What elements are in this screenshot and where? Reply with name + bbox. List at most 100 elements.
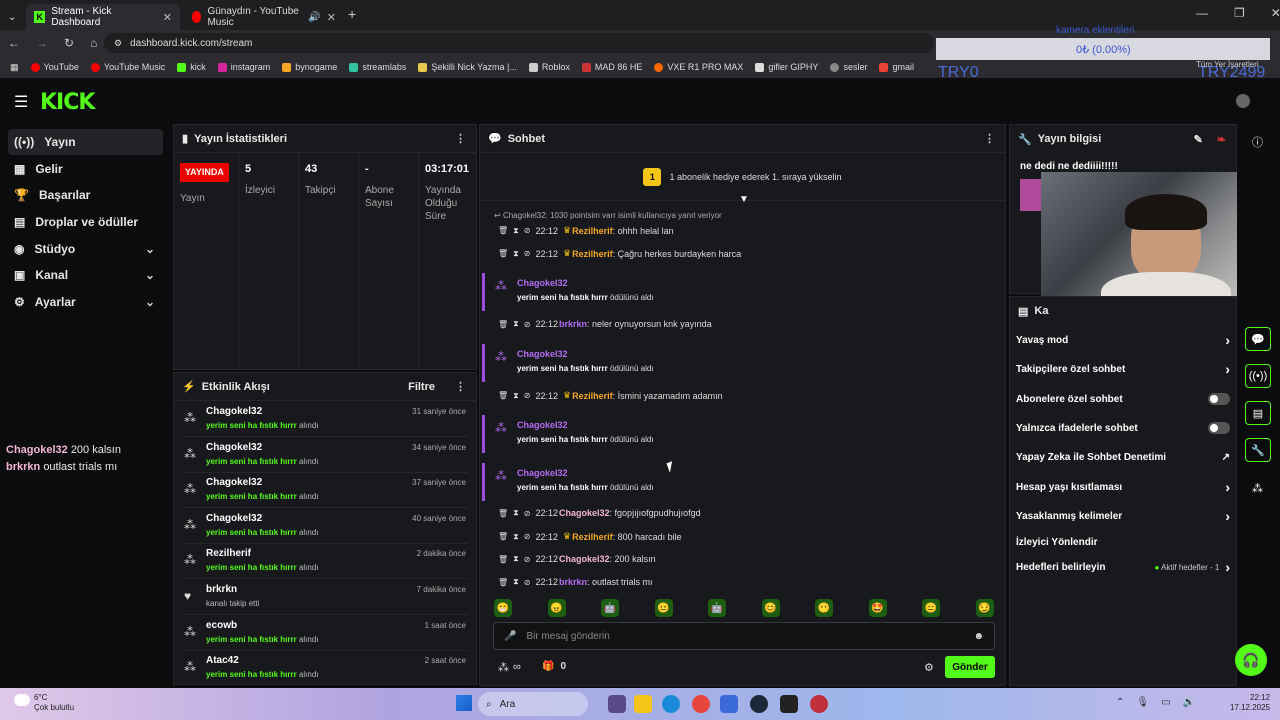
bookmark-roblox[interactable]: Roblox [528,62,570,72]
timeout-icon[interactable]: ⧗ [513,554,519,564]
edge-icon[interactable] [662,695,680,713]
close-icon[interactable]: ✕ [327,11,336,24]
bookmark-giphy[interactable]: gifler GIPHY [755,62,818,72]
chat-setting-row[interactable]: Hedefleri belirleyin ● Aktif hedefler - 1… [1016,557,1230,577]
emoji-icon[interactable]: ☻ [973,631,984,642]
sidebar-item-studyo[interactable]: ◉ Stüdyo ⌄ [8,236,163,262]
home-icon[interactable]: ⌂ [90,36,97,50]
chat-setting-row[interactable]: Abonelere özel sohbet [1016,389,1230,409]
chat-settings-gear-icon[interactable]: ⚙ [924,661,934,674]
redemption-message[interactable]: ⁂ Chagokel32 yerim seni ha fıstık hırrr … [482,273,1002,311]
emote-button[interactable]: 😶 [815,599,833,617]
new-tab-button[interactable]: + [348,6,356,22]
ban-icon[interactable]: ⊘ [524,391,531,400]
delete-icon[interactable]: 🗑 [498,509,508,518]
activity-item[interactable]: ⁂ Atac42 yerim seni ha fıstık hırrr alın… [182,652,468,684]
bookmark-streamlabs[interactable]: streamlabs [349,62,406,72]
tab-kick-dashboard[interactable]: K Stream - Kick Dashboard ✕ [26,4,180,30]
ban-icon[interactable]: ⊘ [524,320,531,329]
clock[interactable]: 22:12 17.12.2025 [1224,693,1270,713]
chat-scrollbar[interactable] [1005,555,1006,595]
file-explorer-icon[interactable] [634,695,652,713]
bookmark-sekilli-nick[interactable]: Şekilli Nick Yazma |... [418,62,517,72]
delete-icon[interactable]: 🗑 [498,226,508,235]
send-button[interactable]: Gönder [945,656,995,678]
message-user[interactable]: brkrkn [559,577,587,587]
minimize-icon[interactable]: — [1196,6,1208,20]
redemption-message[interactable]: ⁂ Chagokel32 yerim seni ha fıstık hırrr … [482,344,1002,382]
message-user[interactable]: Chagokel32 [559,508,610,518]
more-panels-icon[interactable]: ⁂ [1252,482,1263,495]
windows-start-icon[interactable] [456,695,472,711]
ban-icon[interactable]: ⊘ [524,509,531,518]
delete-icon[interactable]: 🗑 [498,532,508,541]
more-options-icon[interactable]: ⋮ [455,132,466,145]
timeout-icon[interactable]: ⧗ [513,391,519,401]
activity-item[interactable]: ♥ brkrkn kanalı takip etti 7 dakika önce [182,581,468,615]
sidebar-item-droplar[interactable]: ▤ Droplar ve ödüller [8,209,163,235]
activity-toggle-icon[interactable]: ▤ [1245,401,1271,425]
sidebar-item-ayarlar[interactable]: ⚙ Ayarlar ⌄ [8,289,163,315]
chevron-up-icon[interactable]: ⌃ [1116,697,1124,708]
activity-item[interactable]: ⁂ ecowb yerim seni ha fıstık hırrr alınd… [182,617,468,651]
ban-icon[interactable]: ⊘ [524,578,531,587]
emote-button[interactable]: 😁 [494,599,512,617]
emote-button[interactable]: 😐 [654,599,673,617]
avatar[interactable] [1236,94,1250,108]
maximize-icon[interactable]: ❐ [1234,6,1245,20]
epic-icon[interactable] [780,695,798,713]
bookmark-bynogame[interactable]: bynogame [282,62,337,72]
chat-setting-row[interactable]: İzleyici Yönlendir [1016,532,1230,552]
broadcast-toggle-icon[interactable]: ((•)) [1245,364,1271,388]
chat-message[interactable]: 🗑 ⧗ ⊘ 22:12 Chagokel32: 200 kalsın [498,554,656,564]
chat-setting-row[interactable]: Yavaş mod › [1016,330,1230,350]
ban-icon[interactable]: ⊘ [524,532,531,541]
bookmark-instagram[interactable]: instagram [217,62,270,72]
emote-button[interactable]: 😏 [975,599,994,617]
mic-tray-icon[interactable]: 🎙 [1136,697,1149,708]
ban-icon[interactable]: ⊘ [524,226,531,235]
bookmark-vxe[interactable]: VXE R1 PRO MAX [654,62,743,72]
message-user[interactable]: brkrkn [559,319,587,329]
chat-setting-row[interactable]: Yasaklanmış kelimeler › [1016,506,1230,526]
message-user[interactable]: Chagokel32 [559,554,610,564]
chat-setting-row[interactable]: Yapay Zeka ile Sohbet Denetimi ↗ [1016,447,1230,467]
delete-icon[interactable]: 🗑 [498,320,508,329]
tools-toggle-icon[interactable]: 🔧 [1245,438,1271,462]
delete-icon[interactable]: 🗑 [498,249,508,258]
message-user[interactable]: Rezilherif [572,391,613,401]
store-icon[interactable] [720,695,738,713]
sidebar-item-yayin[interactable]: ((•)) Yayın [8,129,163,155]
network-icon[interactable]: ▭ [1161,697,1170,708]
bookmark-gmail[interactable]: gmail [879,62,914,72]
volume-icon[interactable]: 🔊 [1183,697,1195,708]
chat-input[interactable]: 🎤 Bir mesaj gönderin ☻ [493,622,995,650]
reload-icon[interactable]: ↻ [64,36,74,50]
apps-grid-icon[interactable]: ▦ [10,62,19,73]
chat-message[interactable]: 🗑 ⧗ ⊘ 22:12 brkrkn: outlast trials mı [498,577,653,587]
microphone-icon[interactable]: 🎤 [504,631,516,642]
bookmark-youtube-music[interactable]: YouTube Music [90,62,165,72]
all-bookmarks[interactable]: Tüm Yer İşaretleri [1196,60,1259,69]
edit-icon[interactable]: ✎ [1194,133,1203,146]
bookmark-youtube[interactable]: YouTube [30,62,79,72]
task-view-icon[interactable] [608,695,626,713]
close-icon[interactable]: ✕ [163,11,172,24]
chat-message[interactable]: 🗑 ⧗ ⊘ 22:12 Chagokel32: fgopjıjıofgpudhu… [498,508,701,518]
redemption-message[interactable]: ⁂ Chagokel32 yerim seni ha fıstık hırrr … [482,415,1002,453]
tab-list-button[interactable]: ⌄ [0,4,26,30]
delete-icon[interactable]: 🗑 [498,391,508,400]
ban-icon[interactable]: ⊘ [524,555,531,564]
timeout-icon[interactable]: ⧗ [513,508,519,518]
timeout-icon[interactable]: ⧗ [513,249,519,259]
chat-setting-row[interactable]: Takipçilere özel sohbet › [1016,359,1230,379]
steam-icon[interactable] [750,695,768,713]
bookmark-sesler[interactable]: sesler [830,62,867,72]
scroll-down-icon[interactable]: ▼ [739,194,749,205]
taskbar-search[interactable]: ⌕ Ara [478,692,588,716]
redemption-message[interactable]: ⁂ Chagokel32 yerim seni ha fıstık hırrr … [482,463,1002,501]
activity-item[interactable]: ⁂ Chagokel32 yerim seni ha fıstık hırrr … [182,403,468,437]
chat-setting-row[interactable]: Yalnızca ifadelerle sohbet [1016,418,1230,438]
ban-icon[interactable]: ⊘ [524,249,531,258]
channel-points[interactable]: ⁂ ∞ [498,661,521,674]
